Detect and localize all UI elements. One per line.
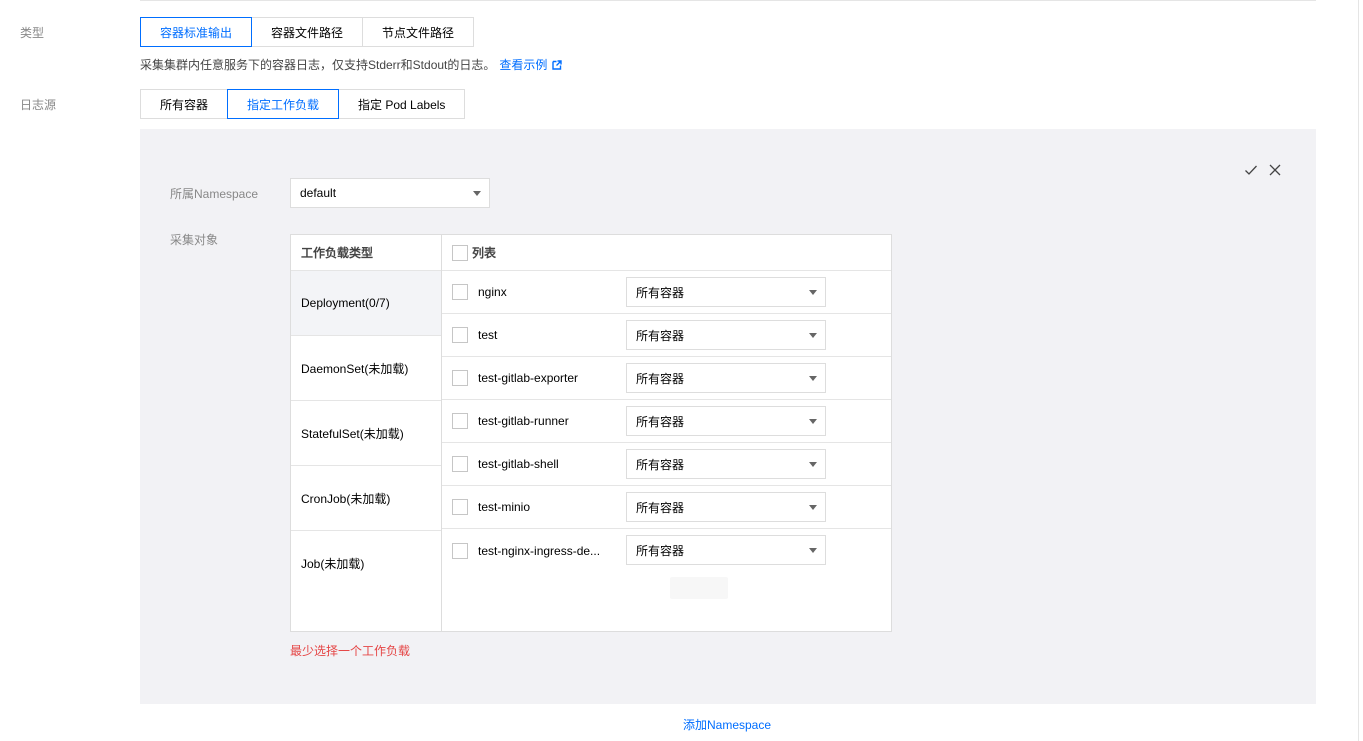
type-hint: 采集集群内任意服务下的容器日志，仅支持Stderr和Stdout的日志。 查看示…: [140, 56, 563, 73]
right-scrollbar-edge: [1358, 0, 1359, 741]
external-link-icon: [552, 59, 563, 70]
source-option-workload[interactable]: 指定工作负载: [227, 89, 340, 119]
caret-down-icon: [809, 548, 817, 553]
validation-error: 最少选择一个工作负载: [290, 644, 411, 658]
caret-down-icon: [809, 333, 817, 338]
workload-name: test-gitlab-exporter: [478, 371, 579, 385]
workload-name: test-gitlab-shell: [478, 457, 559, 471]
namespace-select-value: default: [300, 186, 337, 200]
caret-down-icon: [809, 419, 817, 424]
select-all-checkbox[interactable]: [452, 244, 468, 261]
workload-list: 列表 nginx 所有容器 test 所有容器 test-gitlab-expo…: [442, 235, 891, 631]
workload-checkbox[interactable]: [452, 499, 468, 515]
workload-list-header-label: 列表: [472, 246, 497, 260]
container-select[interactable]: 所有容器: [626, 363, 826, 393]
container-select-value: 所有容器: [636, 285, 685, 300]
workload-checkbox[interactable]: [452, 413, 468, 429]
caret-down-icon: [473, 191, 481, 196]
workload-checkbox[interactable]: [452, 542, 468, 559]
close-icon[interactable]: [1268, 163, 1282, 177]
namespace-config-panel: 所属Namespace default 采集对象 工作负载类型 Deployme…: [140, 129, 1316, 704]
workload-type-statefulset[interactable]: StatefulSet(未加载): [291, 401, 441, 466]
log-source-label: 日志源: [20, 98, 57, 112]
workload-type-header: 工作负载类型: [291, 235, 441, 271]
workload-name: nginx: [478, 285, 507, 299]
workload-checkbox[interactable]: [452, 284, 468, 300]
top-divider: [140, 0, 1316, 1]
view-example-label: 查看示例: [499, 58, 548, 72]
confirm-check-icon[interactable]: [1244, 163, 1258, 177]
container-select[interactable]: 所有容器: [626, 320, 826, 350]
add-namespace-link[interactable]: 添加Namespace: [683, 716, 771, 733]
workload-name: test-nginx-ingress-de...: [478, 543, 601, 558]
container-select-value: 所有容器: [636, 371, 685, 386]
workload-checkbox[interactable]: [452, 456, 468, 472]
workload-row: test-gitlab-runner 所有容器: [442, 400, 891, 443]
workload-name: test-minio: [478, 500, 531, 514]
caret-down-icon: [809, 505, 817, 510]
workload-type-job[interactable]: Job(未加载): [291, 531, 441, 596]
load-more-button[interactable]: [670, 577, 728, 599]
container-select-value: 所有容器: [636, 414, 685, 429]
workload-name: test: [478, 328, 498, 342]
container-select[interactable]: 所有容器: [626, 492, 826, 522]
workload-type-daemonset[interactable]: DaemonSet(未加载): [291, 336, 441, 401]
container-select-value: 所有容器: [636, 328, 685, 343]
container-select[interactable]: 所有容器: [626, 449, 826, 479]
caret-down-icon: [809, 462, 817, 467]
type-option-stdout[interactable]: 容器标准输出: [140, 17, 253, 47]
namespace-label: 所属Namespace: [170, 187, 259, 201]
panel-actions: [1244, 163, 1282, 177]
caret-down-icon: [809, 290, 817, 295]
view-example-link[interactable]: 查看示例: [499, 56, 563, 73]
workload-row: test 所有容器: [442, 314, 891, 357]
workload-list-header: 列表: [442, 235, 891, 271]
workload-type-cronjob[interactable]: CronJob(未加载): [291, 466, 441, 531]
container-select-value: 所有容器: [636, 457, 685, 472]
container-select[interactable]: 所有容器: [626, 406, 826, 436]
workload-row: test-gitlab-shell 所有容器: [442, 443, 891, 486]
caret-down-icon: [809, 376, 817, 381]
workload-row: nginx 所有容器: [442, 271, 891, 314]
type-segmented-control: 容器标准输出 容器文件路径 节点文件路径: [140, 17, 475, 47]
container-select-value: 所有容器: [636, 543, 685, 558]
workload-name: test-gitlab-runner: [478, 414, 569, 428]
workload-checkbox[interactable]: [452, 370, 468, 386]
workload-row: test-nginx-ingress-de... 所有容器: [442, 529, 891, 572]
namespace-select[interactable]: default: [290, 178, 490, 208]
type-label: 类型: [20, 26, 45, 40]
source-option-pod-labels[interactable]: 指定 Pod Labels: [338, 89, 466, 119]
source-option-all-containers[interactable]: 所有容器: [140, 89, 229, 119]
workload-row: test-minio 所有容器: [442, 486, 891, 529]
container-select-value: 所有容器: [636, 500, 685, 515]
type-option-container-file[interactable]: 容器文件路径: [251, 17, 364, 47]
workload-checkbox[interactable]: [452, 327, 468, 343]
type-hint-text: 采集集群内任意服务下的容器日志，仅支持Stderr和Stdout的日志。: [140, 58, 496, 72]
container-select[interactable]: 所有容器: [626, 535, 826, 565]
type-option-node-file[interactable]: 节点文件路径: [362, 17, 475, 47]
workload-row: test-gitlab-exporter 所有容器: [442, 357, 891, 400]
container-select[interactable]: 所有容器: [626, 277, 826, 307]
workload-type-list: 工作负载类型 Deployment(0/7) DaemonSet(未加载) St…: [291, 235, 442, 631]
target-label: 采集对象: [170, 233, 219, 247]
workload-transfer-table: 工作负载类型 Deployment(0/7) DaemonSet(未加载) St…: [290, 234, 892, 632]
workload-type-deployment[interactable]: Deployment(0/7): [291, 271, 441, 336]
log-source-segmented-control: 所有容器 指定工作负载 指定 Pod Labels: [140, 89, 466, 119]
